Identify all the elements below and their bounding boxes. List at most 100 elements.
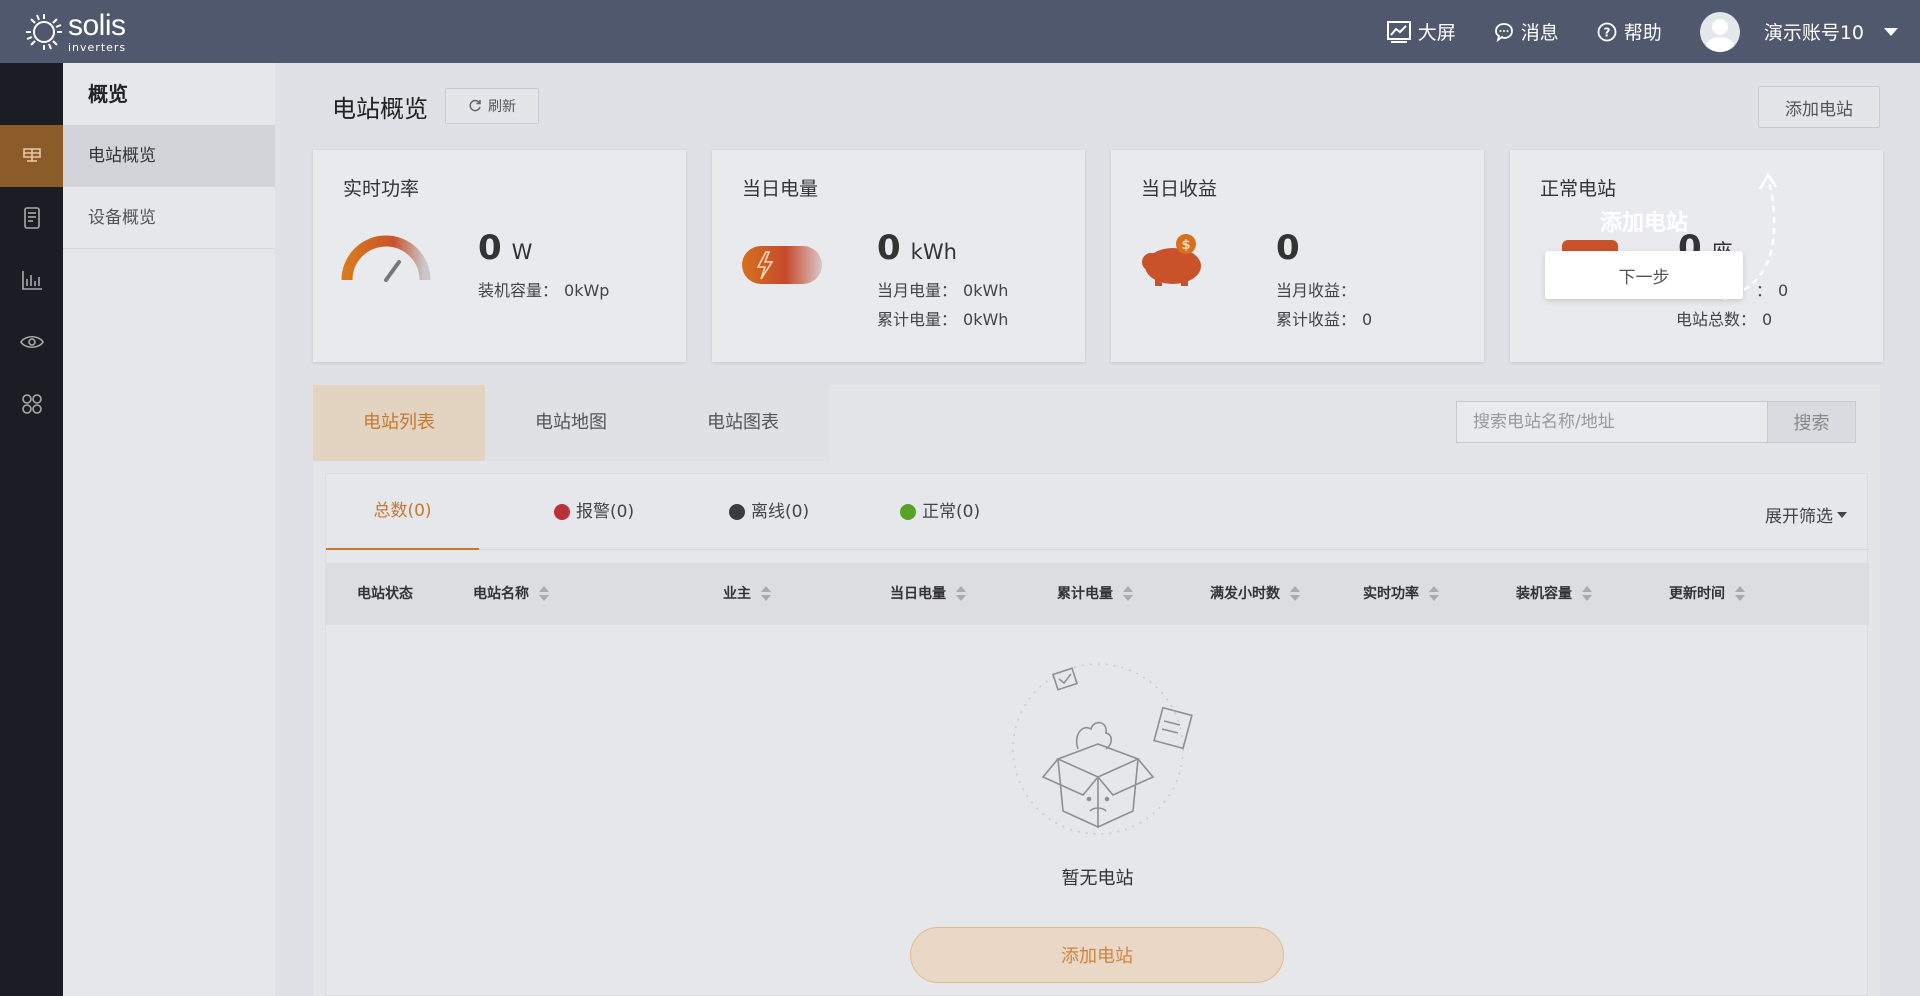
- sort-icon[interactable]: [956, 586, 966, 602]
- bigscreen-link[interactable]: 大屏: [1386, 18, 1456, 45]
- col-capacity[interactable]: 装机容量: [1516, 563, 1592, 625]
- card-title: 当日收益: [1141, 178, 1218, 200]
- top-bar: solis inverters 大屏 消息 ? 帮助 演示账号10: [0, 0, 1920, 63]
- col-total-energy[interactable]: 累计电量: [1057, 563, 1133, 625]
- tab-station-list[interactable]: 电站列表: [313, 385, 485, 461]
- col-full-hours[interactable]: 满发小时数: [1210, 563, 1300, 625]
- col-daily-energy[interactable]: 当日电量: [890, 563, 966, 625]
- card-title: 实时功率: [343, 178, 420, 200]
- guide-next-button[interactable]: 下一步: [1545, 251, 1743, 299]
- user-avatar[interactable]: [1699, 11, 1740, 52]
- svg-text:?: ?: [1603, 25, 1610, 39]
- total-stations-line: 电站总数： 0: [1676, 310, 1773, 329]
- brand-name: solis: [68, 8, 126, 42]
- main-content: 电站概览 刷新 添加电站 实时功率 0W 装机容量： 0kWp 当日电量 0 kWh…: [275, 63, 1920, 996]
- expand-filter-button[interactable]: 展开筛选: [1765, 502, 1847, 527]
- sort-icon[interactable]: [539, 586, 549, 602]
- rail-monitor[interactable]: [0, 311, 63, 373]
- tab-station-map[interactable]: 电站地图: [485, 385, 657, 461]
- total-stations-value: 0: [1762, 310, 1773, 329]
- month-energy-value: 0kWh: [963, 281, 1009, 300]
- energy-value: 0 kWh: [877, 228, 957, 268]
- battery-bolt-icon: [742, 246, 822, 284]
- tab-station-chart[interactable]: 电站图表: [657, 385, 829, 461]
- sort-icon[interactable]: [1429, 586, 1439, 602]
- normal-dot-icon: [900, 504, 916, 520]
- submenu-item-station-overview[interactable]: 电站概览: [63, 125, 275, 187]
- eye-icon: [19, 335, 44, 349]
- capacity-line: 装机容量： 0kWp: [478, 281, 610, 300]
- daily-energy-card: 当日电量 0 kWh 当月电量： 0kWh 累计电量： 0kWh: [712, 150, 1085, 362]
- col-status: 电站状态: [357, 586, 413, 602]
- sun-logo-icon: [26, 13, 62, 50]
- add-station-button[interactable]: 添加电站: [1758, 86, 1880, 128]
- chevron-down-icon: [1884, 27, 1898, 36]
- alarm-dot-icon: [554, 504, 570, 520]
- total-income-value: 0: [1362, 310, 1373, 329]
- realtime-power-card: 实时功率 0W 装机容量： 0kWp: [313, 150, 686, 362]
- guide-title: 添加电站: [1600, 211, 1689, 236]
- filter-offline[interactable]: 离线(0): [729, 474, 809, 550]
- col-realtime-power[interactable]: 实时功率: [1363, 563, 1439, 625]
- page-title: 电站概览: [332, 95, 428, 123]
- rail-device[interactable]: [0, 187, 63, 249]
- col-update-time[interactable]: 更新时间: [1669, 563, 1745, 625]
- view-tabs: 电站列表 电站地图 电站图表: [313, 385, 829, 461]
- submenu-item-device-overview[interactable]: 设备概览: [63, 187, 275, 249]
- filter-normal[interactable]: 正常(0): [900, 474, 980, 550]
- empty-box-icon: [1012, 663, 1193, 835]
- left-icon-rail: [0, 63, 63, 996]
- chart-icon: [21, 271, 42, 290]
- line-chart-icon: [1386, 20, 1411, 43]
- sort-icon[interactable]: [1123, 586, 1133, 602]
- guide-arrow-icon: [1723, 172, 1778, 301]
- rail-chart[interactable]: [0, 249, 63, 311]
- capacity-value: 0kWp: [564, 281, 610, 300]
- caret-down-icon: [1837, 511, 1847, 518]
- refresh-label: 刷新: [488, 99, 516, 115]
- power-value: 0W: [478, 228, 533, 268]
- help-label: 帮助: [1623, 22, 1662, 44]
- sort-icon[interactable]: [1735, 586, 1745, 602]
- messages-link[interactable]: 消息: [1494, 18, 1559, 45]
- rail-station[interactable]: [0, 125, 63, 187]
- bigscreen-label: 大屏: [1417, 22, 1456, 44]
- account-menu[interactable]: 演示账号10: [1764, 18, 1898, 45]
- filter-alarm[interactable]: 报警(0): [554, 474, 634, 550]
- card-title: 当日电量: [742, 178, 819, 200]
- svg-text:$: $: [1181, 238, 1190, 253]
- empty-add-station-button[interactable]: 添加电站: [910, 927, 1284, 983]
- secondary-menu: 概览 电站概览 设备概览: [63, 63, 275, 996]
- search-button[interactable]: 搜索: [1768, 401, 1856, 443]
- list-subpanel: 总数(0) 报警(0) 离线(0) 正常(0) 展开筛选 电站状态 电站名称 业…: [325, 473, 1869, 996]
- total-energy-value: 0kWh: [963, 310, 1009, 329]
- piggy-bank-icon: $: [1142, 234, 1201, 286]
- col-owner[interactable]: 业主: [723, 563, 771, 625]
- month-energy-line: 当月电量： 0kWh: [877, 281, 1009, 300]
- power-unit: W: [511, 240, 533, 264]
- refresh-icon: [469, 99, 481, 112]
- energy-unit: kWh: [910, 240, 957, 264]
- refresh-button[interactable]: 刷新: [445, 88, 539, 124]
- total-income-line: 累计收益： 0: [1276, 310, 1373, 329]
- month-income-line: 当月收益：: [1276, 281, 1357, 300]
- submenu-header: 概览: [88, 82, 128, 106]
- empty-state-text: 暂无电站: [1061, 868, 1134, 889]
- search-box: 搜索电站名称/地址 搜索: [1456, 401, 1856, 443]
- solis-logo[interactable]: solis inverters: [24, 8, 127, 54]
- sort-icon[interactable]: [761, 586, 771, 602]
- filter-total[interactable]: 总数(0): [326, 474, 479, 550]
- account-name: 演示账号10: [1763, 22, 1864, 44]
- col-name[interactable]: 电站名称: [473, 563, 549, 625]
- search-input[interactable]: 搜索电站名称/地址: [1456, 401, 1768, 443]
- gauge-icon: [341, 235, 431, 282]
- sort-icon[interactable]: [1290, 586, 1300, 602]
- card-title: 正常电站: [1540, 178, 1617, 200]
- help-circle-icon: ?: [1597, 22, 1617, 41]
- brand-subtitle: inverters: [68, 40, 127, 54]
- rail-apps[interactable]: [0, 373, 63, 435]
- help-link[interactable]: ? 帮助: [1597, 18, 1662, 45]
- station-icon: [22, 148, 41, 162]
- apps-icon: [21, 394, 42, 414]
- sort-icon[interactable]: [1582, 586, 1592, 602]
